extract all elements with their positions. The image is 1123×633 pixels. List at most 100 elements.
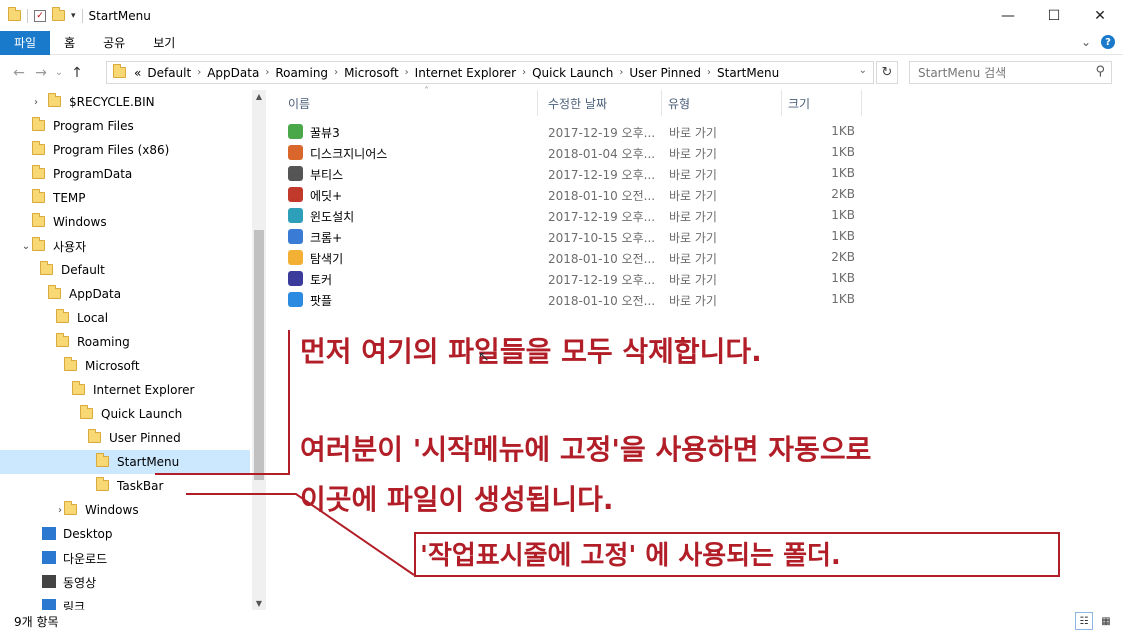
shortcut-icon	[288, 271, 303, 286]
column-header-date[interactable]: 수정한 날짜	[542, 90, 662, 116]
breadcrumb-separator-icon[interactable]: ›	[265, 67, 269, 78]
shortcut-icon	[288, 229, 303, 244]
tab-share[interactable]: 공유	[89, 31, 139, 55]
breadcrumb-separator-icon[interactable]: ›	[707, 67, 711, 78]
scroll-up-icon[interactable]: ▲	[252, 92, 266, 101]
tree-item[interactable]: ›ProgramData	[0, 162, 250, 186]
scrollbar-thumb[interactable]	[254, 230, 264, 480]
tree-item[interactable]: ›Program Files (x86)	[0, 138, 250, 162]
tree-item[interactable]: 동영상	[0, 570, 250, 594]
shortcut-icon	[288, 292, 303, 307]
details-view-icon[interactable]: ☷	[1075, 612, 1093, 630]
breadcrumb-roaming[interactable]: Roaming	[275, 66, 328, 80]
breadcrumb-separator-icon[interactable]: ›	[197, 67, 201, 78]
breadcrumb-overflow[interactable]: «	[134, 66, 141, 80]
tree-item[interactable]: ›Windows	[0, 210, 250, 234]
tree-item[interactable]: ⌄User Pinned	[0, 426, 250, 450]
ribbon-tabs: 파일 홈 공유 보기 ⌄ ?	[0, 30, 1123, 55]
folder-icon	[32, 165, 45, 179]
tab-home[interactable]: 홈	[50, 31, 89, 55]
download-icon	[42, 551, 56, 564]
file-type: 바로 가기	[669, 126, 717, 140]
properties-icon[interactable]: ✓	[34, 9, 46, 22]
breadcrumb-microsoft[interactable]: Microsoft	[344, 66, 399, 80]
tree-item[interactable]: ›Local	[0, 306, 250, 330]
close-button[interactable]: ✕	[1077, 0, 1123, 31]
column-header-type[interactable]: 유형	[662, 90, 782, 116]
tree-item-label: 다운로드	[63, 551, 108, 566]
tree-item[interactable]: ›TEMP	[0, 186, 250, 210]
sort-ascending-icon: ˄	[424, 86, 429, 97]
breadcrumb-separator-icon[interactable]: ›	[405, 67, 409, 78]
tab-view[interactable]: 보기	[139, 31, 189, 55]
file-row[interactable]: 윈도설치 2017-12-19 오후... 바로 가기 1KB	[288, 205, 888, 226]
video-icon	[42, 575, 56, 588]
breadcrumb-separator-icon[interactable]: ›	[619, 67, 623, 78]
tree-item[interactable]: ›Windows	[0, 498, 250, 522]
tree-item[interactable]: ⌄Quick Launch	[0, 402, 250, 426]
maximize-button[interactable]: ☐	[1031, 0, 1077, 31]
tree-item[interactable]: › $RECYCLE.BIN	[0, 90, 250, 114]
breadcrumb-appdata[interactable]: AppData	[207, 66, 259, 80]
file-row[interactable]: 에딧+ 2018-01-10 오전... 바로 가기 2KB	[288, 184, 888, 205]
breadcrumb-quick-launch[interactable]: Quick Launch	[532, 66, 613, 80]
address-dropdown-icon[interactable]: ⌄	[859, 65, 867, 76]
file-row[interactable]: 팟플 2018-01-10 오전... 바로 가기 1KB	[288, 289, 888, 310]
back-button[interactable]: ←	[8, 65, 30, 81]
search-box[interactable]: StartMenu 검색 ⚲	[909, 61, 1112, 84]
scroll-down-icon[interactable]: ▼	[252, 599, 266, 608]
breadcrumb-internet-explorer[interactable]: Internet Explorer	[415, 66, 516, 80]
file-row[interactable]: 부티스 2017-12-19 오후... 바로 가기 1KB	[288, 163, 888, 184]
tree-scrollbar[interactable]: ▲ ▼	[252, 90, 266, 610]
large-icons-view-icon[interactable]: ▦	[1097, 612, 1115, 630]
tree-item[interactable]: ⌄ 사용자	[0, 234, 250, 258]
breadcrumb-separator-icon[interactable]: ›	[522, 67, 526, 78]
new-folder-icon[interactable]	[52, 7, 65, 21]
tree-item[interactable]: ⌄Default	[0, 258, 250, 282]
breadcrumb-startmenu[interactable]: StartMenu	[717, 66, 779, 80]
column-header-size[interactable]: 크기	[782, 90, 862, 116]
file-type: 바로 가기	[669, 273, 717, 287]
file-row[interactable]: 크롬+ 2017-10-15 오후... 바로 가기 1KB	[288, 226, 888, 247]
tree-item[interactable]: ⌄Roaming	[0, 330, 250, 354]
recent-locations-icon[interactable]: ⌄	[52, 67, 66, 78]
forward-button[interactable]: →	[30, 65, 52, 81]
tree-item[interactable]: ⌄Microsoft	[0, 354, 250, 378]
tree-item[interactable]: ›Program Files	[0, 114, 250, 138]
tree-item[interactable]: StartMenu	[0, 450, 250, 474]
annotation-startmenu-pin: 여러분이 '시작메뉴에 고정'을 사용하면 자동으로	[300, 433, 872, 466]
file-row[interactable]: 토커 2017-12-19 오후... 바로 가기 1KB	[288, 268, 888, 289]
tree-item[interactable]: TaskBar	[0, 474, 250, 498]
tree-item[interactable]: 다운로드	[0, 546, 250, 570]
chevron-right-icon[interactable]: ›	[30, 97, 42, 108]
minimize-button[interactable]: —	[985, 0, 1031, 31]
tree-item-label: $RECYCLE.BIN	[69, 95, 155, 109]
tree-item[interactable]: ⌄Internet Explorer	[0, 378, 250, 402]
tree-item-label: Microsoft	[85, 359, 140, 373]
up-button[interactable]: ↑	[66, 65, 88, 81]
breadcrumb-default[interactable]: Default	[147, 66, 191, 80]
search-input[interactable]: StartMenu 검색	[918, 64, 1006, 81]
tree-item[interactable]: ⌄AppData	[0, 282, 250, 306]
chevron-down-icon[interactable]: ⌄	[20, 241, 32, 252]
help-icon[interactable]: ?	[1101, 35, 1115, 49]
file-row[interactable]: 꿀뷰3 2017-12-19 오후... 바로 가기 1KB	[288, 121, 888, 142]
address-bar[interactable]: « Default › AppData › Roaming › Microsoft › …	[106, 61, 874, 84]
tree-item[interactable]: Desktop	[0, 522, 250, 546]
tree-item[interactable]: 링크	[0, 594, 250, 610]
desktop-icon	[42, 527, 56, 540]
file-row[interactable]: 디스크지니어스 2018-01-04 오후... 바로 가기 1KB	[288, 142, 888, 163]
column-header-name[interactable]: ˄ 이름	[282, 86, 538, 116]
breadcrumb-user-pinned[interactable]: User Pinned	[629, 66, 701, 80]
expand-ribbon-icon[interactable]: ⌄	[1081, 35, 1091, 49]
annotation-delete-files: 먼저 여기의 파일들을 모두 삭제합니다.	[300, 335, 762, 368]
tree-item-label: StartMenu	[117, 455, 180, 469]
tab-file[interactable]: 파일	[0, 30, 51, 55]
explorer-window: ✓ ▾ StartMenu — ☐ ✕ 파일 홈 공유 보기 ⌄ ? ← → ⌄…	[0, 0, 1123, 633]
breadcrumb-separator-icon[interactable]: ›	[334, 67, 338, 78]
tree-item-label: ProgramData	[53, 167, 133, 181]
customize-toolbar-icon[interactable]: ▾	[71, 11, 76, 21]
refresh-button[interactable]: ↻	[876, 61, 898, 84]
file-row[interactable]: 탐색기 2018-01-10 오전... 바로 가기 2KB	[288, 247, 888, 268]
folder-icon	[64, 357, 77, 371]
